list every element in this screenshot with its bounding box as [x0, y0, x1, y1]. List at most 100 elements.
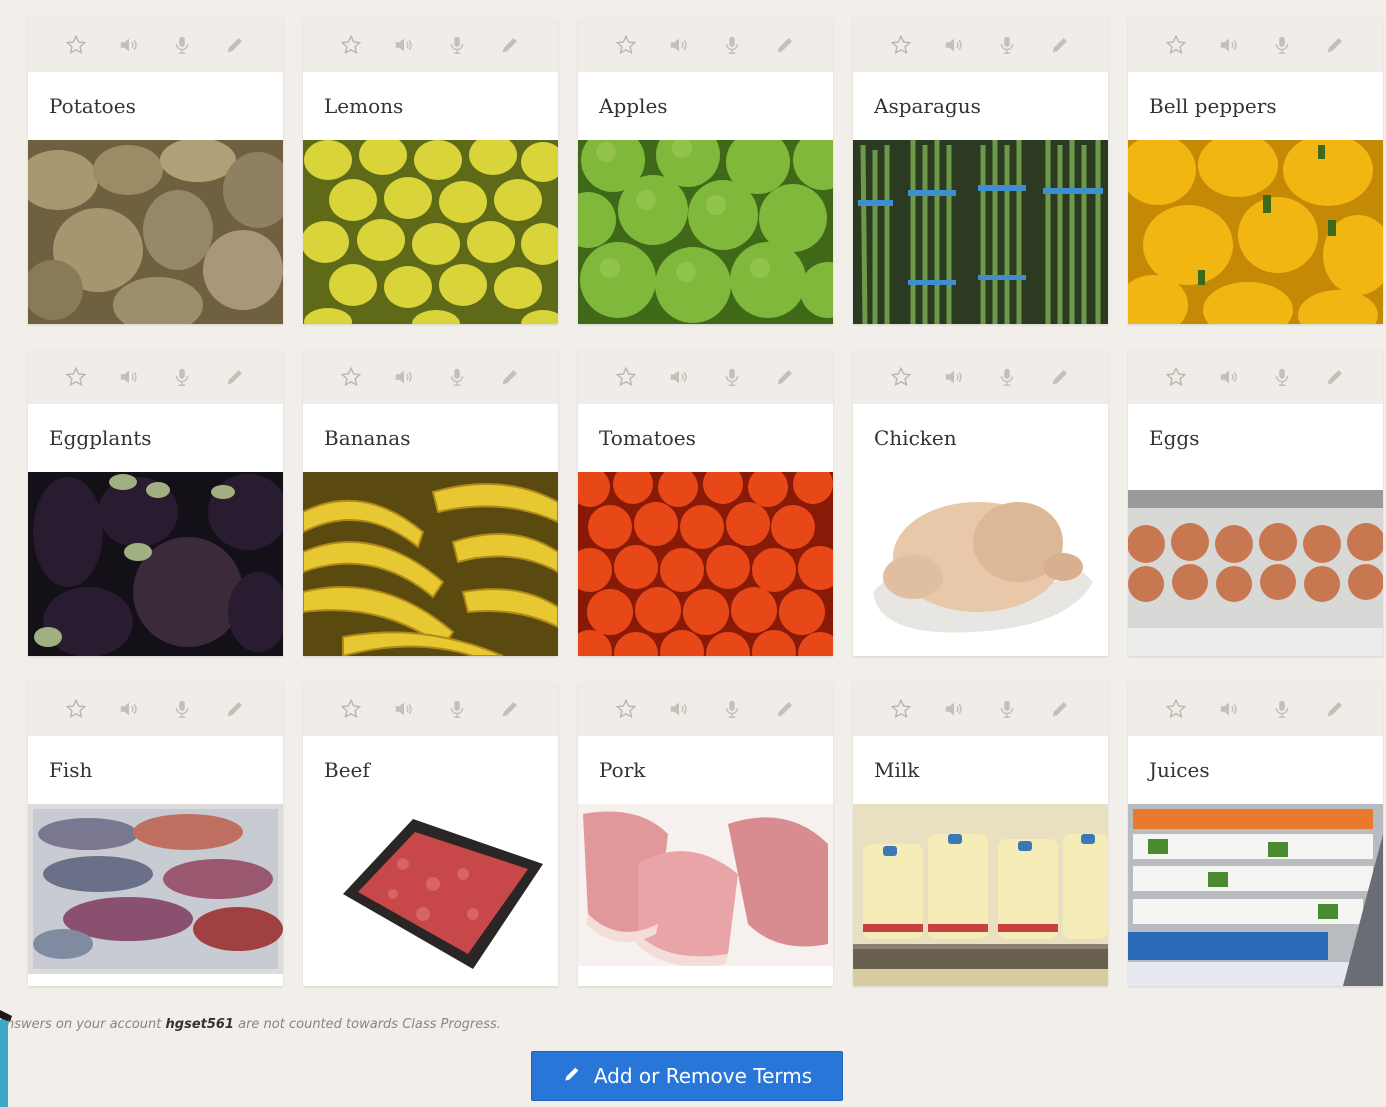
eggs-photo — [1128, 472, 1383, 656]
card-toolbar — [853, 350, 1108, 404]
speaker-icon[interactable] — [114, 30, 144, 60]
microphone-icon[interactable] — [167, 362, 197, 392]
vocab-card-asparagus: Asparagus — [853, 18, 1108, 324]
pencil-icon[interactable] — [220, 694, 250, 724]
microphone-icon[interactable] — [442, 694, 472, 724]
vocab-card-chicken: Chicken — [853, 350, 1108, 656]
pencil-icon[interactable] — [1045, 694, 1075, 724]
speaker-icon[interactable] — [939, 694, 969, 724]
card-label: Eggs — [1149, 426, 1200, 450]
speaker-icon[interactable] — [389, 30, 419, 60]
card-toolbar — [303, 18, 558, 72]
pencil-icon[interactable] — [770, 694, 800, 724]
card-toolbar — [578, 682, 833, 736]
card-toolbar — [1128, 18, 1383, 72]
vocab-card-lemons: Lemons — [303, 18, 558, 324]
class-progress-notice: nswers on your account hgset561 are not … — [6, 1017, 501, 1032]
microphone-icon[interactable] — [1267, 30, 1297, 60]
speaker-icon[interactable] — [1214, 30, 1244, 60]
bell-peppers-photo — [1128, 140, 1383, 324]
star-icon[interactable] — [336, 694, 366, 724]
card-toolbar — [303, 350, 558, 404]
card-label: Tomatoes — [599, 426, 696, 450]
star-icon[interactable] — [61, 362, 91, 392]
card-label: Potatoes — [49, 94, 136, 118]
juices-photo — [1128, 804, 1383, 986]
star-icon[interactable] — [611, 30, 641, 60]
vocab-card-tomatoes: Tomatoes — [578, 350, 833, 656]
pencil-icon[interactable] — [495, 694, 525, 724]
vocab-card-fish: Fish — [28, 682, 283, 986]
lemons-photo — [303, 140, 558, 324]
pencil-icon[interactable] — [1320, 30, 1350, 60]
star-icon[interactable] — [336, 30, 366, 60]
tomatoes-photo — [578, 472, 833, 656]
speaker-icon[interactable] — [664, 30, 694, 60]
microphone-icon[interactable] — [167, 694, 197, 724]
card-label: Bell peppers — [1149, 94, 1277, 118]
microphone-icon[interactable] — [717, 694, 747, 724]
potatoes-photo — [28, 140, 283, 324]
card-label: Chicken — [874, 426, 957, 450]
beef-photo — [303, 804, 558, 982]
pencil-icon[interactable] — [770, 362, 800, 392]
speaker-icon[interactable] — [664, 362, 694, 392]
pencil-icon[interactable] — [220, 362, 250, 392]
star-icon[interactable] — [1161, 694, 1191, 724]
microphone-icon[interactable] — [1267, 694, 1297, 724]
card-toolbar — [303, 682, 558, 736]
bananas-photo — [303, 472, 558, 656]
star-icon[interactable] — [611, 362, 641, 392]
star-icon[interactable] — [61, 694, 91, 724]
star-icon[interactable] — [886, 30, 916, 60]
pencil-icon[interactable] — [1320, 362, 1350, 392]
microphone-icon[interactable] — [167, 30, 197, 60]
card-label: Lemons — [324, 94, 404, 118]
microphone-icon[interactable] — [992, 30, 1022, 60]
card-label: Pork — [599, 758, 646, 782]
star-icon[interactable] — [886, 694, 916, 724]
speaker-icon[interactable] — [1214, 362, 1244, 392]
speaker-icon[interactable] — [114, 362, 144, 392]
pencil-icon[interactable] — [1045, 362, 1075, 392]
notice-suffix: are not counted towards Class Progress. — [233, 1017, 501, 1032]
speaker-icon[interactable] — [1214, 694, 1244, 724]
microphone-icon[interactable] — [1267, 362, 1297, 392]
vocab-card-beef: Beef — [303, 682, 558, 986]
star-icon[interactable] — [886, 362, 916, 392]
pork-photo — [578, 804, 833, 966]
star-icon[interactable] — [61, 30, 91, 60]
card-toolbar — [853, 682, 1108, 736]
vocab-card-potatoes: Potatoes — [28, 18, 283, 324]
microphone-icon[interactable] — [717, 30, 747, 60]
vocab-card-milk: Milk — [853, 682, 1108, 986]
milk-photo — [853, 804, 1108, 986]
star-icon[interactable] — [336, 362, 366, 392]
star-icon[interactable] — [1161, 362, 1191, 392]
microphone-icon[interactable] — [992, 362, 1022, 392]
pencil-icon[interactable] — [220, 30, 250, 60]
pencil-icon[interactable] — [1045, 30, 1075, 60]
speaker-icon[interactable] — [939, 362, 969, 392]
card-toolbar — [1128, 682, 1383, 736]
microphone-icon[interactable] — [442, 30, 472, 60]
microphone-icon[interactable] — [442, 362, 472, 392]
apples-photo — [578, 140, 833, 324]
microphone-icon[interactable] — [717, 362, 747, 392]
pencil-icon[interactable] — [495, 362, 525, 392]
pencil-icon[interactable] — [495, 30, 525, 60]
pencil-icon[interactable] — [1320, 694, 1350, 724]
speaker-icon[interactable] — [389, 694, 419, 724]
star-icon[interactable] — [611, 694, 641, 724]
speaker-icon[interactable] — [389, 362, 419, 392]
pencil-icon — [562, 1064, 582, 1089]
star-icon[interactable] — [1161, 30, 1191, 60]
pencil-icon[interactable] — [770, 30, 800, 60]
add-remove-terms-button[interactable]: Add or Remove Terms — [531, 1051, 843, 1101]
card-toolbar — [28, 18, 283, 72]
speaker-icon[interactable] — [664, 694, 694, 724]
card-toolbar — [28, 350, 283, 404]
speaker-icon[interactable] — [939, 30, 969, 60]
microphone-icon[interactable] — [992, 694, 1022, 724]
speaker-icon[interactable] — [114, 694, 144, 724]
